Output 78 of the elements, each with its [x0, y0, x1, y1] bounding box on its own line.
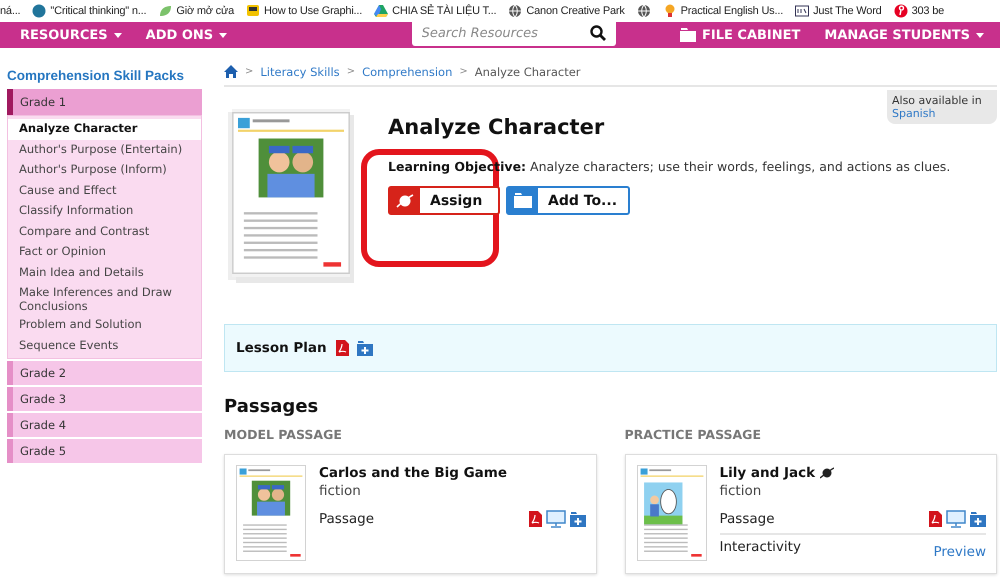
breadcrumb-separator: >: [459, 66, 468, 77]
language-link[interactable]: Spanish: [892, 107, 992, 120]
bookmark-link[interactable]: Giờ mở cửa: [176, 5, 234, 17]
language-note-text: Also available in: [892, 94, 983, 107]
bookmark-link[interactable]: How to Use Graphi...: [264, 5, 362, 17]
sidebar-item[interactable]: Analyze Character: [8, 119, 201, 140]
lesson-plan-label: Lesson Plan: [236, 340, 327, 356]
bookmark-link[interactable]: Just The Word: [813, 5, 882, 17]
column-heading: MODEL PASSAGE: [224, 427, 343, 442]
genre-label: fiction: [720, 483, 762, 499]
grade-header[interactable]: Grade 2: [7, 361, 202, 385]
add-folder-icon[interactable]: [570, 512, 586, 526]
pdf-icon[interactable]: [528, 511, 542, 527]
triangle-logo-icon[interactable]: [374, 4, 388, 18]
sidebar-item[interactable]: Problem and Solution: [8, 315, 201, 336]
resource-title: Analyze Character: [388, 115, 604, 139]
add-folder-icon[interactable]: [970, 512, 986, 526]
preview-link[interactable]: Preview: [933, 544, 986, 560]
planet-icon: [396, 192, 414, 210]
section-heading: Passages: [224, 396, 320, 417]
bus-icon[interactable]: [246, 4, 260, 18]
grade-header[interactable]: Grade 1: [7, 89, 202, 115]
nav-menu[interactable]: MANAGE STUDENTS: [824, 28, 984, 42]
globe-icon[interactable]: [508, 4, 522, 18]
lightbulb-icon[interactable]: [662, 4, 677, 18]
folder-icon: [514, 192, 532, 210]
breadcrumb-separator: >: [245, 66, 254, 77]
pdf-icon[interactable]: [928, 511, 942, 527]
sidebar-item[interactable]: Author's Purpose (Entertain): [8, 140, 201, 160]
add-button[interactable]: Add To...: [506, 186, 630, 215]
file-cabinet-link[interactable]: FILE CABINET: [680, 28, 800, 42]
caret-icon: [976, 32, 984, 38]
bookmark-link[interactable]: Practical English Us...: [680, 5, 784, 17]
add-folder-icon[interactable]: [356, 340, 373, 356]
sidebar-item[interactable]: Classify Information: [8, 201, 201, 222]
passage-title[interactable]: Carlos and the Big Game: [319, 465, 508, 481]
search-field[interactable]: Search Resources: [412, 20, 616, 46]
monitor-icon[interactable]: [946, 510, 966, 528]
sidebar-item[interactable]: Fact or Opinion: [8, 242, 201, 262]
circle-logo-icon[interactable]: [32, 4, 46, 18]
bookmark-link[interactable]: "Critical thinking" n...: [50, 5, 146, 17]
bookmark-link[interactable]: ná...: [0, 5, 20, 17]
breadcrumb-link[interactable]: Literacy Skills: [260, 64, 340, 78]
resource-type-label: Passage: [720, 511, 775, 527]
monitor-icon[interactable]: [546, 510, 566, 528]
sidebar-title: Comprehension Skill Packs: [7, 67, 186, 85]
bookmark-link[interactable]: Canon Creative Park: [526, 5, 625, 17]
column-heading: PRACTICE PASSAGE: [624, 427, 762, 442]
grade-header[interactable]: Grade 3: [7, 387, 202, 411]
assign-button[interactable]: Assign: [388, 186, 500, 215]
sidebar-item[interactable]: Cause and Effect: [8, 180, 201, 201]
home-icon[interactable]: [224, 65, 238, 78]
sidebar-item[interactable]: Sequence Events: [8, 336, 201, 356]
grade-header[interactable]: Grade 4: [7, 413, 202, 437]
caret-icon: [219, 32, 228, 38]
planet-icon: [820, 466, 834, 480]
grade-header[interactable]: Grade 5: [7, 439, 202, 463]
globe-icon[interactable]: [636, 4, 651, 18]
caret-icon: [114, 32, 122, 38]
genre-label: fiction: [319, 483, 362, 499]
bookmark-link[interactable]: 303 be: [912, 5, 944, 17]
resource-type-label: Passage: [319, 511, 374, 527]
sidebar-item[interactable]: Compare and Contrast: [8, 222, 201, 242]
breadcrumb-current: Analyze Character: [474, 64, 581, 78]
passage-title[interactable]: Lily and Jack: [720, 465, 816, 481]
nav-menu[interactable]: ADD ONS: [146, 28, 228, 42]
search-icon: [590, 25, 606, 41]
folder-icon: [680, 28, 696, 42]
nav-menu[interactable]: RESOURCES: [20, 28, 122, 42]
resource-type-label: Interactivity: [720, 539, 801, 555]
sidebar-item[interactable]: Make Inferences and Draw Conclusions: [8, 283, 201, 315]
sidebar-item[interactable]: Main Idea and Details: [8, 262, 201, 283]
breadcrumb-separator: >: [346, 66, 356, 77]
breadcrumb-link[interactable]: Comprehension: [362, 64, 452, 78]
bookmark-link[interactable]: CHIA SẺ TÀI LIỆU T...: [392, 5, 496, 17]
pin-icon[interactable]: [894, 4, 908, 18]
sidebar-item[interactable]: Author's Purpose (Inform): [8, 160, 201, 180]
pdf-icon[interactable]: [334, 340, 349, 356]
